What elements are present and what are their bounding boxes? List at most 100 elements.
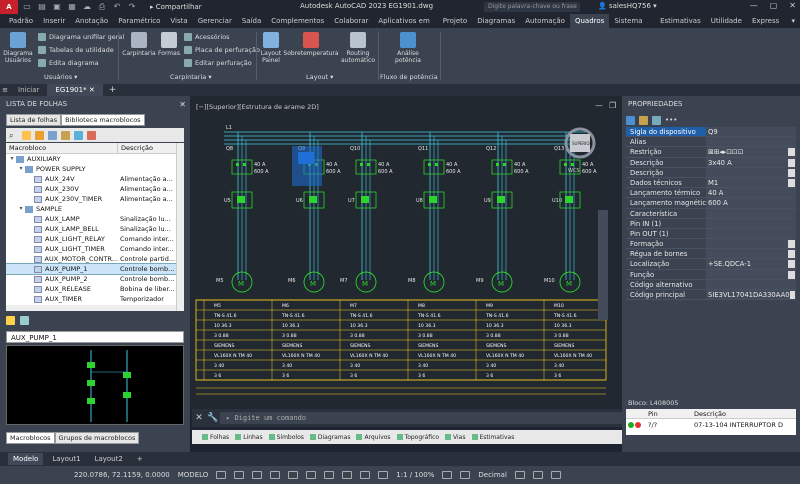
property-row[interactable]: Localização +SE.QDCA-1 bbox=[626, 259, 796, 270]
project-tab-arquivos[interactable]: Arquivos bbox=[356, 434, 391, 441]
command-input[interactable]: ▸ Digite um comando bbox=[220, 412, 622, 424]
formas-button[interactable]: Formas bbox=[157, 32, 181, 57]
layout-tab-modelo[interactable]: Modelo bbox=[8, 453, 44, 465]
more-icon[interactable]: ••• bbox=[665, 116, 677, 125]
editar-perfuracao-button[interactable]: Editar perfuração bbox=[184, 58, 252, 68]
osnap-icon[interactable] bbox=[288, 471, 299, 479]
menu-tab-express-tools[interactable]: Express Tools bbox=[747, 14, 787, 39]
placa-perfuracao-button[interactable]: Placa de perfuração bbox=[184, 45, 260, 55]
minimize-icon[interactable]: — bbox=[750, 1, 758, 10]
selection-cycle-icon[interactable] bbox=[360, 471, 371, 479]
pin-row[interactable]: ?/? 07-13-104 INTERRUPTOR D bbox=[626, 419, 796, 431]
property-value[interactable]: 40 A bbox=[706, 188, 796, 198]
property-value[interactable] bbox=[706, 137, 796, 147]
group-layout-label[interactable]: Layout ▾ bbox=[306, 73, 333, 81]
column-pin[interactable]: Pin bbox=[648, 409, 694, 418]
menu-tab-colaborar[interactable]: Colaborar bbox=[329, 14, 373, 28]
transparency-icon[interactable] bbox=[342, 471, 353, 479]
annotation-icon[interactable] bbox=[378, 471, 389, 479]
property-browse-button[interactable] bbox=[788, 260, 795, 269]
expand-toggle-icon[interactable]: ▾ bbox=[17, 204, 25, 214]
property-browse-button[interactable] bbox=[788, 148, 795, 157]
undo-icon[interactable]: ↶ bbox=[111, 2, 123, 12]
property-row[interactable]: Régua de bornes bbox=[626, 249, 796, 260]
new-folder-icon[interactable] bbox=[22, 130, 31, 140]
property-browse-button[interactable] bbox=[788, 158, 795, 167]
tab-lista-folhas[interactable]: Lista de folhas bbox=[6, 114, 62, 126]
property-browse-button[interactable] bbox=[789, 291, 795, 299]
wrench-icon[interactable]: 🔧 bbox=[206, 413, 220, 423]
edita-diagrama-button[interactable]: Edita diagrama bbox=[38, 58, 99, 68]
share-button[interactable]: ▸ Compartilhar bbox=[150, 3, 202, 11]
column-macrobloco[interactable]: Macrobloco bbox=[6, 143, 118, 153]
property-value[interactable] bbox=[706, 279, 796, 289]
project-tab-linhas[interactable]: Linhas bbox=[235, 434, 263, 441]
group-usuarios-label[interactable]: Usuários ▾ bbox=[44, 73, 77, 81]
property-value[interactable] bbox=[706, 208, 796, 218]
menu-tab-quadros[interactable]: Quadros bbox=[569, 14, 610, 28]
cloud-icon[interactable]: ☁ bbox=[81, 2, 93, 12]
close-tab-icon[interactable]: ✕ bbox=[89, 86, 95, 94]
property-value[interactable] bbox=[706, 269, 796, 279]
tree-row[interactable]: AUX_PUMP_1 Controle bomb... bbox=[6, 263, 184, 275]
customize-icon[interactable] bbox=[550, 471, 561, 479]
property-value[interactable]: M1 bbox=[706, 177, 796, 188]
property-value[interactable] bbox=[706, 249, 796, 259]
tree-row[interactable]: ▾ SAMPLE bbox=[6, 204, 184, 214]
property-row[interactable]: Dados técnicos M1 bbox=[626, 177, 796, 189]
new-file-icon[interactable]: ▭ bbox=[21, 2, 33, 12]
tabelas-utilidade-button[interactable]: Tabelas de utilidade bbox=[38, 45, 114, 55]
project-tab-s-mbolos[interactable]: Símbolos bbox=[268, 434, 304, 441]
menu-tab-aplicativos-em-destaque[interactable]: Aplicativos em destaque bbox=[373, 14, 437, 39]
viewport-minimize-icon[interactable]: — bbox=[595, 101, 603, 110]
property-browse-button[interactable] bbox=[788, 168, 795, 177]
property-row[interactable]: Função bbox=[626, 269, 796, 280]
insert-block-icon[interactable] bbox=[6, 316, 15, 325]
menu-tab-projeto[interactable]: Projeto bbox=[438, 14, 472, 28]
property-value[interactable]: Q9 bbox=[706, 127, 796, 137]
property-row[interactable]: Código alternativo bbox=[626, 279, 796, 290]
project-tab-folhas[interactable]: Folhas bbox=[202, 434, 229, 441]
property-row[interactable]: Descrição 3x40 A bbox=[626, 157, 796, 168]
annotation-scale[interactable]: 1:1 / 100% bbox=[396, 471, 434, 479]
acessorios-button[interactable]: Acessórios bbox=[184, 32, 230, 42]
analise-potencia-button[interactable]: Análise potência bbox=[392, 32, 424, 64]
expand-toggle-icon[interactable]: ▾ bbox=[17, 164, 25, 174]
redo-icon[interactable]: ↷ bbox=[126, 2, 138, 12]
menu-overflow-icon[interactable]: ▾ bbox=[786, 14, 800, 28]
tree-row[interactable]: AUX_LAMP_BELL Sinalização lu... bbox=[6, 224, 184, 234]
property-value[interactable]: SIE3VL17041DA330AA0 bbox=[706, 290, 796, 300]
routing-automatico-button[interactable]: Routing automático bbox=[340, 32, 376, 64]
menu-tab-padr-o[interactable]: Padrão bbox=[4, 14, 38, 28]
folder-icon[interactable] bbox=[35, 130, 44, 140]
property-value[interactable]: 3x40 A bbox=[706, 157, 796, 167]
diagrama-unifilar-geral-button[interactable]: Diagrama unifilar geral bbox=[38, 32, 124, 42]
user-account[interactable]: 👤 salesHQ756 ▾ bbox=[598, 2, 657, 10]
tree-row[interactable]: AUX_230V_TIMER Alimentação a... bbox=[6, 194, 184, 204]
property-value[interactable]: +SE.QDCA-1 bbox=[706, 259, 796, 269]
menu-tab-vista[interactable]: Vista bbox=[165, 14, 192, 28]
quick-select-icon[interactable] bbox=[652, 116, 661, 125]
pick-icon[interactable] bbox=[626, 116, 635, 125]
maximize-icon[interactable]: ▢ bbox=[770, 1, 778, 10]
tree-row[interactable]: AUX_TIMER Temporizador bbox=[6, 294, 184, 304]
menu-tab-gerenciar[interactable]: Gerenciar bbox=[193, 14, 237, 28]
menu-icon[interactable]: ≡ bbox=[0, 86, 10, 94]
column-descricao[interactable]: Descrição bbox=[118, 143, 153, 153]
menu-tab-sistema-el-trico[interactable]: Sistema elétrico bbox=[609, 14, 655, 39]
fullscreen-icon[interactable] bbox=[532, 471, 543, 479]
property-row[interactable]: Restrição ⊠⊞◂▸⊡⊡⊡ bbox=[626, 147, 796, 158]
menu-tab-sa-da[interactable]: Saída bbox=[237, 14, 266, 28]
tab-eg1901[interactable]: EG1901* ✕ bbox=[47, 84, 103, 96]
tree-scrollbar[interactable] bbox=[176, 143, 184, 311]
project-tab-estimativas[interactable]: Estimativas bbox=[471, 434, 514, 441]
tab-biblioteca-macroblocos[interactable]: Biblioteca macroblocos bbox=[61, 114, 145, 126]
menu-tab-automa-o[interactable]: Automação bbox=[520, 14, 570, 28]
save-icon[interactable]: ▣ bbox=[51, 2, 63, 12]
column-descricao[interactable]: Descrição bbox=[694, 409, 726, 418]
add-icon[interactable] bbox=[460, 471, 471, 479]
layout-tab-layout2[interactable]: Layout2 bbox=[90, 453, 128, 465]
ortho-icon[interactable] bbox=[252, 471, 263, 479]
property-row[interactable]: Pin IN (1) bbox=[626, 218, 796, 229]
property-row[interactable]: Lançamento térmico 40 A bbox=[626, 188, 796, 199]
